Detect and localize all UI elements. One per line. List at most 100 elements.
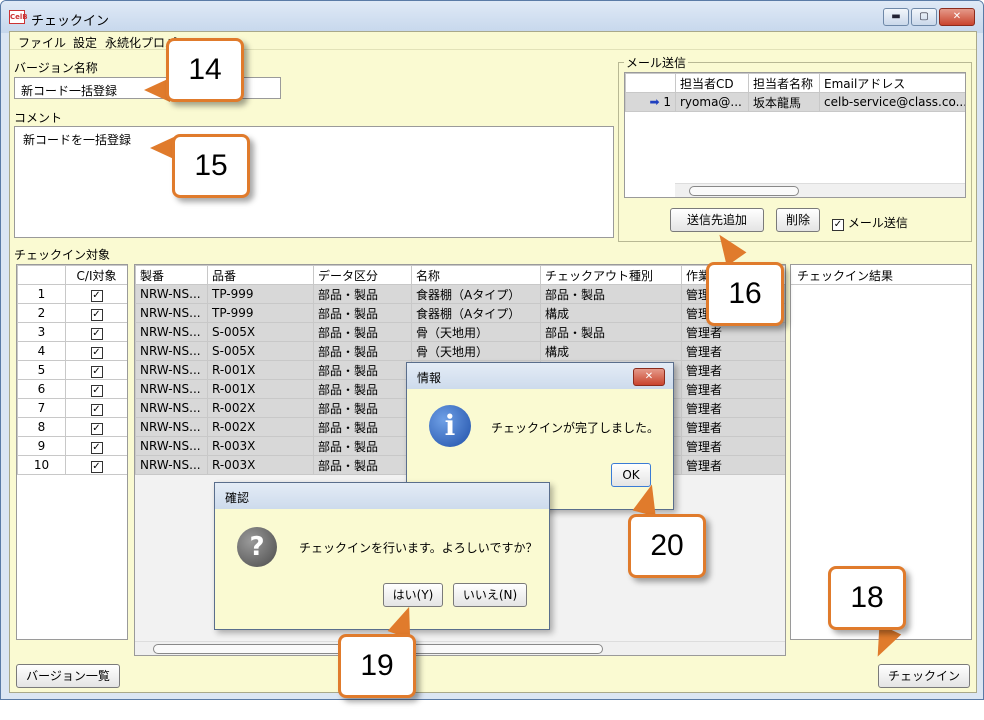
target-row-num: 2: [17, 303, 66, 323]
minimize-button[interactable]: ▬: [883, 8, 909, 26]
target-checkbox[interactable]: ✓: [65, 303, 127, 323]
no-button[interactable]: いいえ(N): [453, 583, 527, 607]
target-row-num: 1: [17, 284, 66, 304]
check-icon: ✓: [90, 403, 103, 416]
grid-cell: 管理者: [681, 417, 785, 437]
target-checkbox[interactable]: ✓: [65, 417, 127, 437]
target-row-num: 10: [17, 455, 66, 475]
confirm-message: チェックインを行います。よろしいですか？: [299, 541, 538, 555]
grid-col-header[interactable]: 名称: [411, 265, 541, 285]
mail-row[interactable]: ➡ 1 ryoma@... 坂本龍馬 celb-service@class.co...…: [625, 92, 965, 112]
check-icon: ✓: [90, 308, 103, 321]
grid-cell: R-003X: [207, 455, 314, 475]
confirm-dialog-title: 確認: [225, 491, 250, 505]
target-row[interactable]: 6 ✓: [17, 379, 127, 399]
target-row[interactable]: 1 ✓: [17, 284, 127, 304]
add-recipient-button[interactable]: 送信先追加: [670, 208, 764, 232]
grid-cell: 管理者: [681, 436, 785, 456]
grid-row[interactable]: NRW-NS... S-005X 部品・製品 骨（天地用） 構成 管理者: [135, 341, 785, 361]
mail-send-checkbox[interactable]: ✓ メール送信: [832, 214, 908, 231]
grid-cell: 骨（天地用）: [411, 341, 541, 361]
check-icon: ✓: [90, 384, 103, 397]
target-row[interactable]: 5 ✓: [17, 360, 127, 380]
target-row[interactable]: 8 ✓: [17, 417, 127, 437]
window-title: チェックイン: [31, 14, 110, 29]
title-bar: CelB チェックイン ▬ ▢ ✕: [1, 1, 983, 33]
info-dialog-title: 情報: [417, 371, 442, 385]
target-checkbox[interactable]: ✓: [65, 284, 127, 304]
grid-cell: TP-999: [207, 284, 314, 304]
mail-row-num: 1: [663, 95, 671, 109]
info-message: チェックインが完了しました。: [491, 421, 660, 435]
grid-cell: 部品・製品: [313, 360, 412, 380]
mail-hscrollbar[interactable]: [675, 183, 965, 197]
mail-send-check-icon: ✓: [832, 219, 844, 231]
mail-email: celb-service@class.co....: [819, 92, 965, 112]
grid-hscrollbar[interactable]: [135, 641, 785, 655]
grid-cell: 構成: [540, 341, 682, 361]
callout-16: 16: [706, 262, 784, 326]
target-checkbox[interactable]: ✓: [65, 341, 127, 361]
checkin-button[interactable]: チェックイン: [878, 664, 970, 688]
grid-col-header[interactable]: 品番: [207, 265, 314, 285]
grid-cell: 管理者: [681, 379, 785, 399]
grid-cell: 部品・製品: [540, 322, 682, 342]
grid-cell: TP-999: [207, 303, 314, 323]
close-button[interactable]: ✕: [939, 8, 975, 26]
question-icon: ?: [237, 527, 277, 567]
target-checkbox[interactable]: ✓: [65, 360, 127, 380]
result-header: チェックイン結果: [791, 265, 971, 285]
target-row-num: 3: [17, 322, 66, 342]
comment-value: 新コードを一括登録: [23, 133, 132, 147]
grid-cell: R-001X: [207, 379, 314, 399]
target-row[interactable]: 10 ✓: [17, 455, 127, 475]
callout-18: 18: [828, 566, 906, 630]
grid-cell: 部品・製品: [313, 398, 412, 418]
target-checkbox[interactable]: ✓: [65, 398, 127, 418]
target-checkbox[interactable]: ✓: [65, 436, 127, 456]
yes-button[interactable]: はい(Y): [383, 583, 443, 607]
menu-settings[interactable]: 設定: [73, 34, 97, 51]
grid-cell: S-005X: [207, 341, 314, 361]
target-checkbox[interactable]: ✓: [65, 379, 127, 399]
comment-textarea[interactable]: 新コードを一括登録: [14, 126, 614, 238]
grid-col-header[interactable]: 製番: [135, 265, 208, 285]
grid-cell: 骨（天地用）: [411, 322, 541, 342]
grid-cell: NRW-NS...: [135, 360, 208, 380]
delete-recipient-button[interactable]: 削除: [776, 208, 820, 232]
target-row[interactable]: 3 ✓: [17, 322, 127, 342]
version-list-button[interactable]: バージョン一覧: [16, 664, 120, 688]
mail-table: 担当者CD 担当者名称 Emailアドレス ➡ 1 ryoma@... 坂本龍馬 celb…: [624, 72, 966, 198]
grid-row[interactable]: NRW-NS... TP-999 部品・製品 食器棚（Aタイプ） 構成 管理者: [135, 303, 785, 323]
target-row[interactable]: 4 ✓: [17, 341, 127, 361]
callout-20: 20: [628, 514, 706, 578]
target-row-num: 5: [17, 360, 66, 380]
grid-cell: NRW-NS...: [135, 303, 208, 323]
info-close-button[interactable]: ✕: [633, 368, 665, 386]
grid-row[interactable]: NRW-NS... TP-999 部品・製品 食器棚（Aタイプ） 部品・製品 管理者: [135, 284, 785, 304]
mail-col-cd: 担当者CD: [675, 73, 749, 93]
grid-cell: R-003X: [207, 436, 314, 456]
check-icon: ✓: [90, 346, 103, 359]
grid-cell: 部品・製品: [313, 417, 412, 437]
check-icon: ✓: [90, 441, 103, 454]
grid-cell: 管理者: [681, 398, 785, 418]
grid-cell: 管理者: [681, 341, 785, 361]
mail-col-email: Emailアドレス: [819, 73, 965, 93]
mail-col-name: 担当者名称: [748, 73, 820, 93]
comment-label: コメント: [14, 111, 63, 125]
grid-col-header[interactable]: チェックアウト種別: [540, 265, 682, 285]
row-arrow-icon: ➡: [649, 95, 660, 109]
check-icon: ✓: [90, 289, 103, 302]
target-row[interactable]: 9 ✓: [17, 436, 127, 456]
target-checkbox[interactable]: ✓: [65, 455, 127, 475]
grid-col-header[interactable]: データ区分: [313, 265, 412, 285]
target-row[interactable]: 7 ✓: [17, 398, 127, 418]
target-checkbox[interactable]: ✓: [65, 322, 127, 342]
target-row[interactable]: 2 ✓: [17, 303, 127, 323]
menu-file[interactable]: ファイル: [18, 34, 66, 51]
maximize-button[interactable]: ▢: [911, 8, 937, 26]
grid-row[interactable]: NRW-NS... S-005X 部品・製品 骨（天地用） 部品・製品 管理者: [135, 322, 785, 342]
mail-scroll-thumb[interactable]: [689, 186, 799, 196]
target-row-num: 7: [17, 398, 66, 418]
